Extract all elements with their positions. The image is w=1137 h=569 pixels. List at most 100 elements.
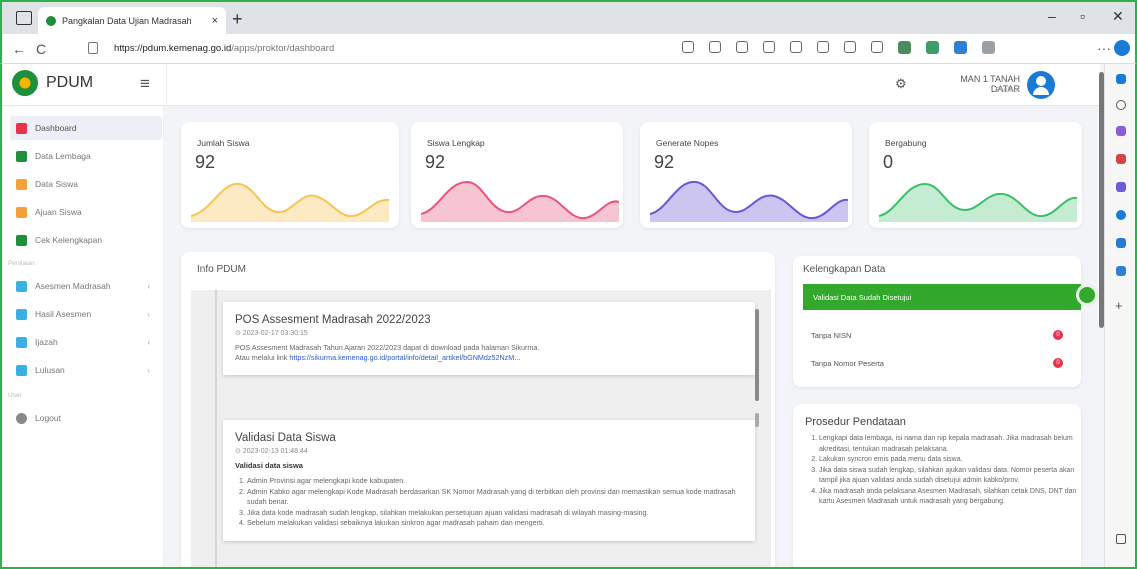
window-menu-icon[interactable]: [16, 11, 32, 25]
avatar[interactable]: [1027, 71, 1055, 99]
count-badge: 0: [1053, 330, 1063, 340]
restore-button[interactable]: ▫: [1080, 8, 1085, 24]
extension-d-icon[interactable]: [982, 41, 995, 54]
search-icon[interactable]: [682, 41, 694, 53]
close-window-button[interactable]: ✕: [1112, 8, 1124, 25]
sidebar-toggle-icon[interactable]: [1116, 534, 1126, 544]
sidebar-item-label: Asesmen Madrasah: [35, 281, 111, 291]
sidebar-item-hasil-asesmen[interactable]: Hasil Asesmen ‹: [10, 302, 162, 326]
sidebar-item-lulusan[interactable]: Lulusan ‹: [10, 358, 162, 382]
user-plus-icon: [16, 206, 27, 218]
sidebar-item-cek-kelengkapan[interactable]: Cek Kelengkapan: [10, 228, 162, 252]
sidebar-item-data-siswa[interactable]: Data Siswa: [10, 172, 162, 196]
sidebar-item-logout[interactable]: Logout: [10, 406, 162, 430]
sidebar-item-ijazah[interactable]: Ijazah ‹: [10, 330, 162, 354]
browser-tab-bar: Pangkalan Data Ujian Madrasah × + – ▫ ✕: [0, 0, 1137, 34]
grid-icon: [16, 336, 27, 348]
sidebar-item-label: Ajuan Siswa: [35, 207, 82, 217]
floating-action-button[interactable]: [1076, 284, 1098, 306]
minimize-button[interactable]: –: [1048, 8, 1056, 24]
outlook-icon[interactable]: [1116, 238, 1126, 248]
office-icon[interactable]: [1116, 210, 1126, 220]
info-post: POS Assesment Madrasah 2022/2023 ⊙ 2023-…: [223, 302, 755, 375]
back-button[interactable]: ←: [12, 41, 26, 57]
browser-sidebar: +: [1104, 64, 1137, 569]
stat-card-jumlah-siswa: Jumlah Siswa 92: [181, 122, 399, 228]
favorite-star-icon[interactable]: [790, 41, 802, 53]
tag-icon[interactable]: [1116, 126, 1126, 136]
info-post: Validasi Data Siswa ⊙ 2023-02-13 01:48:4…: [223, 420, 755, 541]
stat-label: Bergabung: [885, 138, 927, 148]
reader-icon[interactable]: [736, 41, 748, 53]
sidebar-item-ajuan-siswa[interactable]: Ajuan Siswa: [10, 200, 162, 224]
extension-b-icon[interactable]: [926, 41, 939, 54]
sidebar-item-label: Logout: [35, 413, 61, 423]
kelengkapan-row[interactable]: Tanpa NISN 0: [803, 324, 1073, 346]
read-aloud-icon[interactable]: [763, 41, 775, 53]
grid-icon[interactable]: [709, 41, 721, 53]
send-icon[interactable]: [1116, 266, 1126, 276]
sidebar-item-label: Data Lembaga: [35, 151, 91, 161]
stat-label: Generate Nopes: [656, 138, 719, 148]
sidebar-section-user: User: [8, 392, 22, 399]
stat-card-siswa-lengkap: Siswa Lengkap 92: [411, 122, 623, 228]
briefcase-icon[interactable]: [1116, 154, 1126, 164]
count-badge: 0: [1053, 358, 1063, 368]
extension-c-icon[interactable]: [954, 41, 967, 54]
list-item: Jika madrasah anda pelaksana Asesmen Mad…: [819, 487, 1079, 508]
graduation-icon: [16, 364, 27, 376]
sidebar-item-asesmen-madrasah[interactable]: Asesmen Madrasah ‹: [10, 274, 162, 298]
info-timeline[interactable]: POS Assesment Madrasah 2022/2023 ⊙ 2023-…: [191, 290, 771, 569]
chevron-left-icon: ‹: [147, 309, 150, 319]
split-screen-icon[interactable]: [844, 41, 856, 53]
list-item: Admin Kabko agar melengkapi Kode Madrasa…: [247, 487, 743, 508]
post-link[interactable]: https://sikurma.kemenag.go.id/portal/inf…: [289, 353, 520, 362]
browser-tab[interactable]: Pangkalan Data Ujian Madrasah ×: [38, 7, 226, 34]
stat-value: 92: [425, 152, 446, 172]
chevron-left-icon: ‹: [147, 281, 150, 291]
row-label: Tanpa Nomor Peserta: [811, 358, 884, 368]
sidebar-pin-icon[interactable]: [1116, 74, 1126, 84]
extension-icon[interactable]: [817, 41, 829, 53]
search-icon[interactable]: [1116, 100, 1126, 110]
scrollbar-thumb-secondary[interactable]: [755, 413, 759, 427]
chevron-left-icon: ‹: [147, 337, 150, 347]
kelengkapan-panel: Kelengkapan Data Validasi Data Sudah Dis…: [793, 256, 1081, 387]
refresh-button[interactable]: C: [36, 41, 46, 57]
prosedur-panel: Prosedur Pendataan Lengkapi data lembaga…: [793, 404, 1081, 569]
post-date: ⊙ 2023-02-13 01:48:44: [235, 448, 308, 455]
list-item: Lakukan syncron emis pada menu data sisw…: [819, 455, 1079, 466]
hamburger-menu-icon[interactable]: ≡: [140, 74, 150, 94]
panel-title: Prosedur Pendataan: [805, 416, 906, 428]
extension-a-icon[interactable]: [898, 41, 911, 54]
info-scrollbar[interactable]: [754, 295, 760, 569]
person-icon[interactable]: [1116, 182, 1126, 192]
sidebar-item-dashboard[interactable]: Dashboard: [10, 116, 162, 140]
favorites-icon[interactable]: [871, 41, 883, 53]
brand[interactable]: PDUM: [12, 70, 93, 96]
sidebar-item-label: Lulusan: [35, 365, 65, 375]
toolbar-icons: [682, 41, 995, 54]
pdum-logo-icon: [12, 70, 38, 96]
list-item: Sebelum melakukan validasi sebaiknya lak…: [247, 518, 743, 529]
check-icon: [16, 234, 27, 246]
stat-sparkline: [879, 182, 1077, 222]
tab-close-button[interactable]: ×: [212, 15, 218, 27]
kelengkapan-row[interactable]: Tanpa Nomor Peserta 0: [803, 352, 1073, 374]
sidebar-item-data-lembaga[interactable]: Data Lembaga: [10, 144, 162, 168]
url-field[interactable]: https://pdum.kemenag.go.id/apps/proktor/…: [114, 43, 334, 54]
more-menu-button[interactable]: ···: [1097, 40, 1111, 56]
copilot-icon[interactable]: [1114, 40, 1130, 56]
post-link-prefix: Atau melalui link: [235, 353, 290, 362]
add-icon[interactable]: +: [1115, 298, 1125, 313]
new-tab-button[interactable]: +: [232, 9, 243, 30]
stat-card-bergabung: Bergabung 0: [869, 122, 1082, 228]
settings-icon[interactable]: ⚙: [895, 76, 907, 92]
scrollbar-thumb[interactable]: [755, 309, 759, 401]
brand-name: PDUM: [46, 74, 94, 91]
stat-label: Siswa Lengkap: [427, 138, 485, 148]
post-title: Validasi Data Siswa: [235, 432, 336, 444]
post-body-link-line: Atau melalui link https://sikurma.kemena…: [235, 353, 743, 363]
lock-icon[interactable]: [88, 42, 98, 54]
row-label: Tanpa NISN: [811, 330, 852, 340]
